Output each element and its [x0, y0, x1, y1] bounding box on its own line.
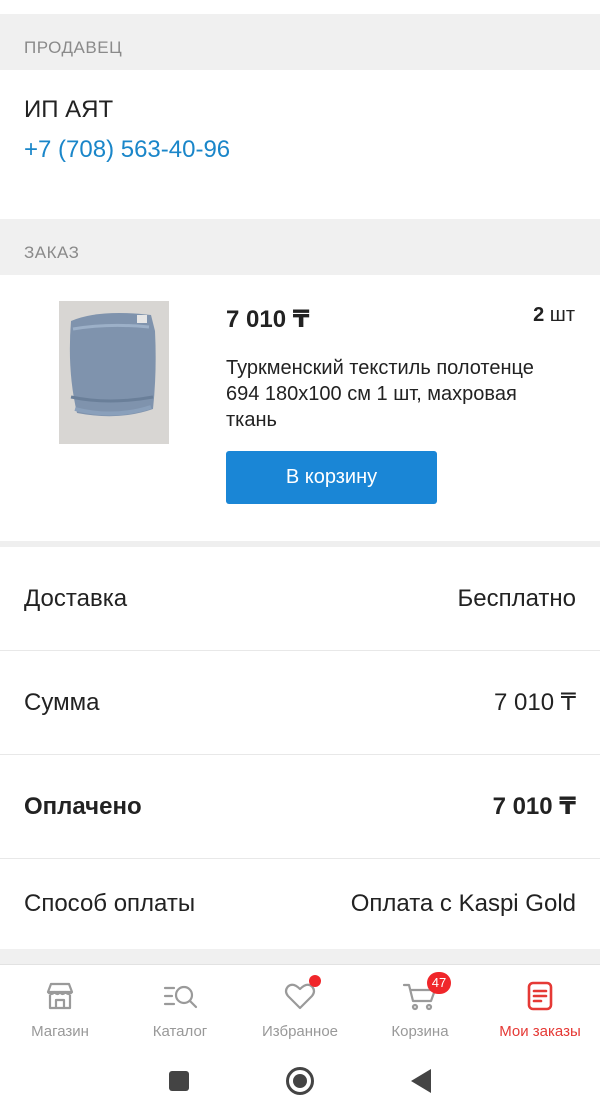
seller-phone-link[interactable]: +7 (708) 563-40-96	[24, 136, 576, 164]
add-to-cart-button[interactable]: В корзину	[226, 451, 437, 504]
back-triangle-icon[interactable]	[410, 1068, 432, 1099]
payment-method-label: Способ оплаты	[24, 890, 196, 917]
tab-shop-label: Магазин	[31, 1023, 89, 1040]
recents-square-icon[interactable]	[168, 1070, 190, 1097]
favorites-indicator-dot	[309, 975, 321, 987]
orders-icon	[521, 977, 559, 1015]
delivery-row: Доставка Бесплатно	[0, 547, 600, 651]
catalog-search-icon	[161, 977, 199, 1015]
system-nav-bar	[0, 1050, 600, 1117]
paid-value: 7 010 ₸	[492, 793, 576, 820]
tab-cart[interactable]: 47 Корзина	[360, 965, 480, 1050]
sum-value: 7 010 ₸	[494, 689, 576, 716]
tab-favorites[interactable]: Избранное	[240, 965, 360, 1050]
product-image[interactable]	[59, 301, 169, 444]
paid-row: Оплачено 7 010 ₸	[0, 755, 600, 859]
cart-count-badge: 47	[427, 972, 451, 994]
tab-favorites-label: Избранное	[261, 1023, 339, 1040]
seller-section-header: ПРОДАВЕЦ	[0, 14, 600, 70]
sum-row: Сумма 7 010 ₸	[0, 651, 600, 755]
item-quantity-number: 2	[533, 304, 545, 326]
item-title[interactable]: Туркменский текстиль полотенце 694 180х1…	[226, 355, 546, 433]
tab-catalog[interactable]: Каталог	[120, 965, 240, 1050]
item-quantity-unit: шт	[549, 304, 575, 326]
home-circle-icon[interactable]	[285, 1066, 315, 1101]
shop-icon	[41, 977, 79, 1015]
delivery-label: Доставка	[24, 584, 128, 612]
order-section-header: ЗАКАЗ	[0, 219, 600, 275]
payment-method-row: Способ оплаты Оплата с Kaspi Gold	[0, 859, 600, 949]
bottom-tab-bar: Магазин Каталог Избранное 47 Корзина Мои…	[0, 964, 600, 1050]
order-item: 7 010 ₸ 2 шт Туркменский текстиль полоте…	[0, 275, 600, 541]
paid-label: Оплачено	[24, 792, 142, 820]
item-quantity: 2 шт	[533, 304, 575, 327]
towel-image-icon	[59, 301, 169, 444]
tab-catalog-label: Каталог	[152, 1023, 208, 1040]
tab-my-orders-label: Мои заказы	[499, 1023, 581, 1040]
item-price: 7 010 ₸	[226, 306, 310, 333]
seller-name: ИП АЯТ	[24, 96, 114, 123]
tab-shop[interactable]: Магазин	[0, 965, 120, 1050]
payment-method-value: Оплата с Kaspi Gold	[350, 890, 576, 917]
sum-label: Сумма	[24, 688, 100, 716]
seller-block: ИП АЯТ +7 (708) 563-40-96	[0, 70, 600, 219]
delivery-value: Бесплатно	[457, 584, 576, 612]
top-spacer	[0, 0, 600, 14]
tab-my-orders[interactable]: Мои заказы	[480, 965, 600, 1050]
tab-cart-label: Корзина	[391, 1023, 449, 1040]
